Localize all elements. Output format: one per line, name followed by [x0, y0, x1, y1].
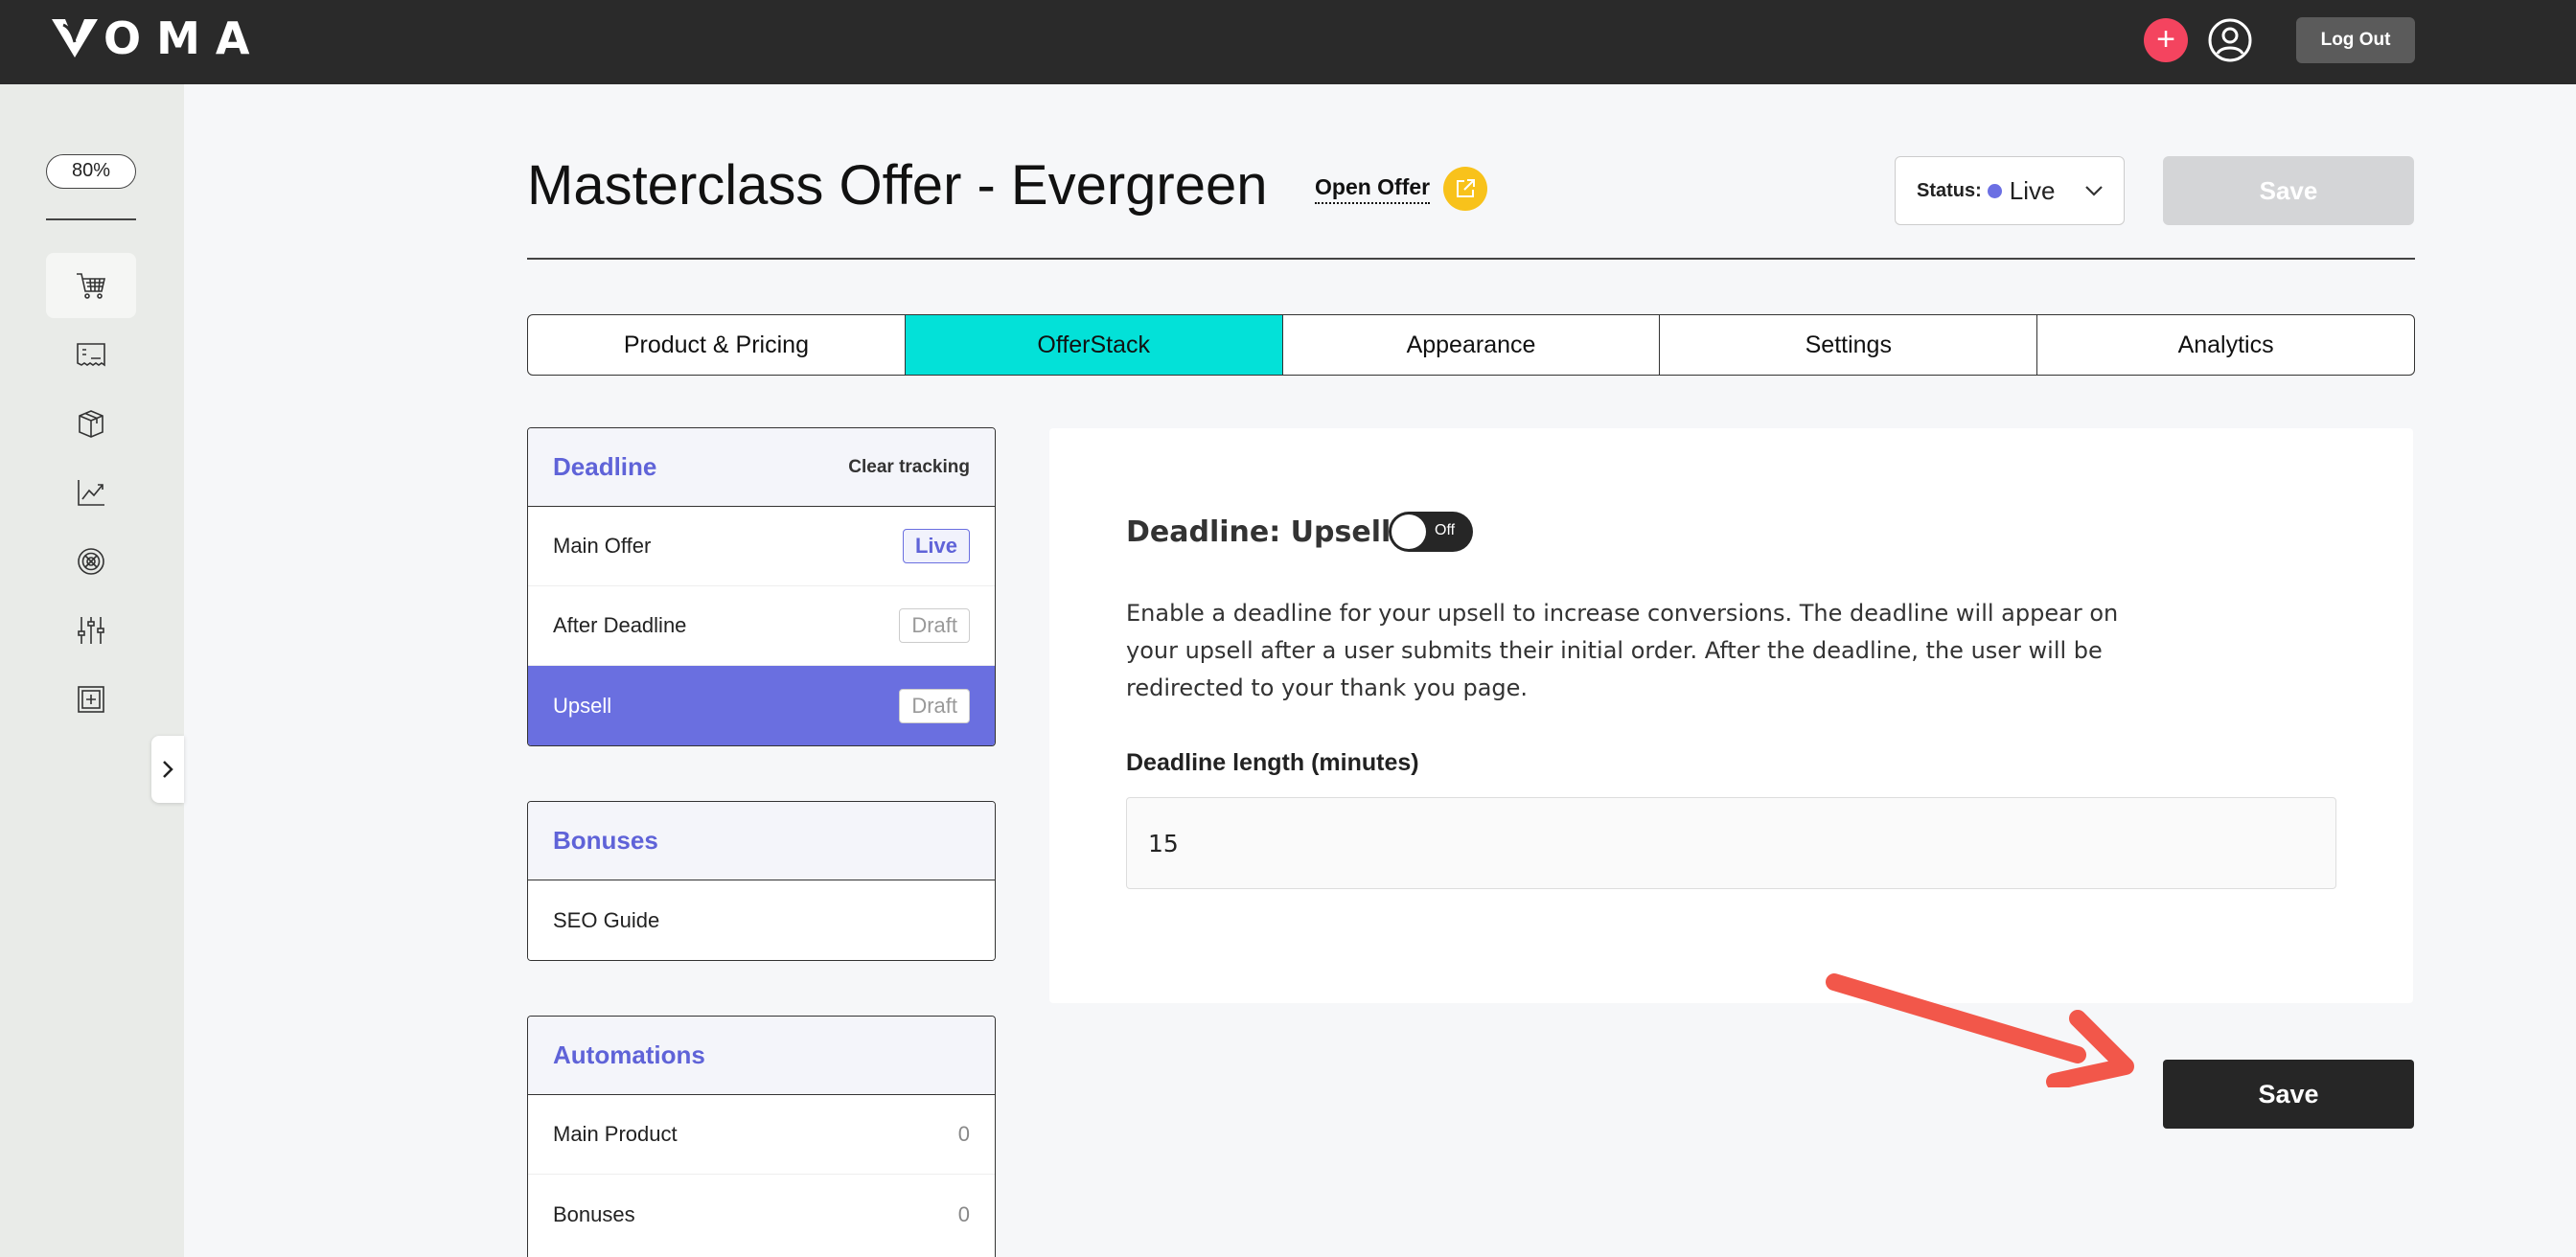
row-count: 0: [957, 1201, 970, 1226]
save-button-top[interactable]: Save: [2163, 156, 2414, 225]
deadline-row-upsell[interactable]: Upsell Draft: [528, 666, 995, 745]
deadline-row-main-offer[interactable]: Main Offer Live: [528, 507, 995, 586]
tab-offerstack[interactable]: OfferStack: [905, 315, 1283, 375]
sidebar-item-apps[interactable]: [46, 667, 136, 732]
save-button[interactable]: Save: [2163, 1060, 2414, 1129]
status-dropdown[interactable]: Status: Live: [1895, 156, 2125, 225]
bonuses-panel-title: Bonuses: [553, 826, 658, 855]
invoice-icon: [77, 343, 105, 367]
sidebar-item-affiliates[interactable]: [46, 529, 136, 594]
logo-v-icon: [52, 19, 98, 57]
user-account-icon[interactable]: [2207, 17, 2253, 63]
cart-icon: [77, 273, 106, 299]
target-icon: [78, 548, 104, 575]
status-badge: Live: [902, 529, 970, 563]
row-count: 0: [957, 1122, 970, 1146]
deadline-toggle[interactable]: Off: [1389, 512, 1473, 552]
deadline-settings-card: Deadline: Upsell Off Enable a deadline f…: [1049, 428, 2413, 1003]
sidebar-expand-button[interactable]: [151, 736, 184, 803]
row-label: SEO Guide: [553, 907, 660, 932]
row-label: Upsell: [553, 693, 612, 718]
status-value: Live: [2009, 175, 2056, 205]
deadline-panel: Deadline Clear tracking Main Offer Live …: [527, 427, 996, 746]
sidebar-divider: [46, 218, 136, 220]
automations-panel-title: Automations: [553, 1040, 705, 1069]
logo-text: OMA: [104, 12, 265, 64]
bonuses-panel-header: Bonuses: [528, 802, 995, 880]
status-label: Status:: [1917, 179, 1982, 201]
box-icon: [79, 410, 104, 438]
deadline-length-input[interactable]: [1126, 797, 2336, 889]
open-offer-link[interactable]: Open Offer: [1315, 174, 1431, 204]
row-label: After Deadline: [553, 613, 687, 637]
chevron-right-icon: [163, 761, 173, 778]
sidebar-item-analytics[interactable]: [46, 460, 136, 525]
deadline-panel-header: Deadline Clear tracking: [528, 428, 995, 507]
left-sidebar: 80%: [0, 84, 184, 1257]
clear-tracking-button[interactable]: Clear tracking: [848, 457, 970, 478]
sidebar-item-settings[interactable]: [46, 598, 136, 663]
tab-product-pricing[interactable]: Product & Pricing: [528, 315, 906, 375]
toggle-label: Off: [1435, 522, 1456, 538]
logout-button[interactable]: Log Out: [2296, 17, 2415, 63]
automation-row-main-product[interactable]: Main Product 0: [528, 1095, 995, 1175]
card-heading: Deadline: Upsell: [1126, 515, 1392, 549]
deadline-row-after-deadline[interactable]: After Deadline Draft: [528, 586, 995, 666]
tab-appearance[interactable]: Appearance: [1283, 315, 1661, 375]
status-badge: Draft: [899, 608, 970, 643]
voma-logo[interactable]: OMA: [50, 12, 264, 64]
offer-tabs: Product & Pricing OfferStack Appearance …: [527, 314, 2415, 376]
sidebar-item-offers[interactable]: [46, 253, 136, 318]
header-divider: [527, 258, 2415, 260]
chart-icon: [78, 480, 104, 506]
bonuses-panel: Bonuses SEO Guide: [527, 801, 996, 961]
automations-panel: Automations Main Product 0 Bonuses 0: [527, 1016, 996, 1257]
row-label: Main Offer: [553, 534, 652, 558]
toggle-knob: [1392, 514, 1426, 549]
deadline-length-label: Deadline length (minutes): [1126, 749, 1419, 776]
external-link-icon[interactable]: [1443, 167, 1487, 211]
sidebar-item-products[interactable]: [46, 391, 136, 456]
deadline-panel-title: Deadline: [553, 452, 657, 481]
zoom-level[interactable]: 80%: [46, 154, 136, 189]
annotation-arrow-icon: [1826, 973, 2134, 1087]
grid-plus-icon: [78, 686, 104, 713]
sidebar-item-billing[interactable]: [46, 322, 136, 387]
chevron-down-icon: [2085, 186, 2103, 196]
automations-panel-header: Automations: [528, 1017, 995, 1095]
row-label: Main Product: [553, 1122, 678, 1146]
add-button[interactable]: +: [2144, 18, 2188, 62]
status-badge: Draft: [899, 688, 970, 723]
automation-row-bonuses[interactable]: Bonuses 0: [528, 1175, 995, 1254]
tab-settings[interactable]: Settings: [1660, 315, 2038, 375]
bonus-row-seo-guide[interactable]: SEO Guide: [528, 880, 995, 960]
page-title: Masterclass Offer - Evergreen: [527, 154, 1268, 217]
status-dot: [1987, 183, 2002, 198]
row-label: Bonuses: [553, 1201, 635, 1226]
top-bar: OMA + Log Out: [0, 0, 2576, 84]
tab-analytics[interactable]: Analytics: [2037, 315, 2414, 375]
sliders-icon: [78, 617, 104, 644]
card-description: Enable a deadline for your upsell to inc…: [1126, 600, 2119, 701]
